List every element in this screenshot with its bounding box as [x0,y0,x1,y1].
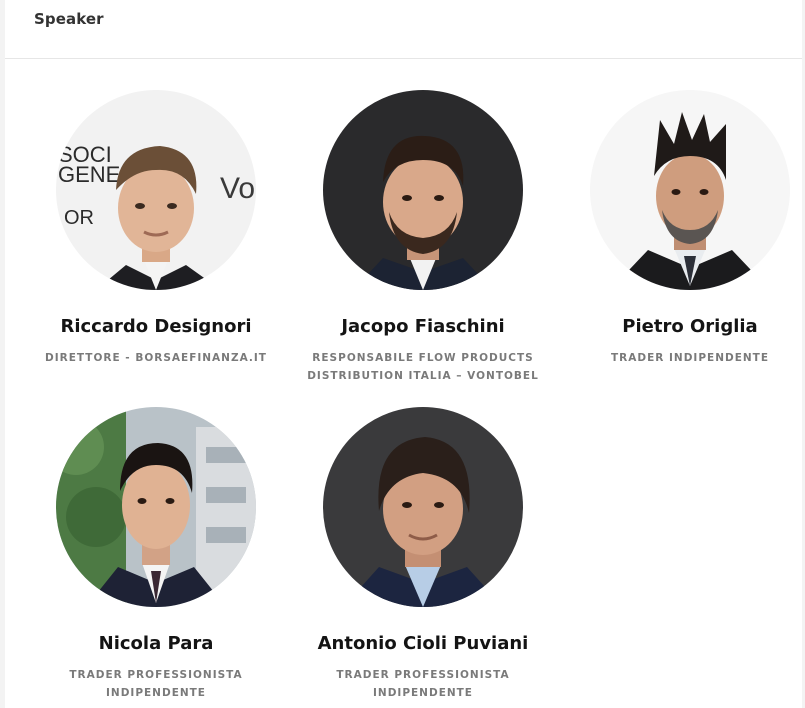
speaker-role-line: TRADER INDIPENDENTE [611,352,769,364]
speaker-photo[interactable] [56,407,256,607]
backdrop-logo-text: OR [64,207,94,229]
speaker-role: DIRETTORE - BORSAEFINANZA.IT [22,349,290,367]
speaker-name[interactable]: Riccardo Designori [22,314,290,340]
speaker-name[interactable]: Nicola Para [22,631,290,657]
left-gutter [0,0,5,708]
speaker-photo-image: SOCI GENE OR Vo [56,90,256,290]
speaker-card-nicola-para[interactable]: Nicola Para TRADER PROFESSIONISTA INDIPE… [22,407,290,702]
speaker-role: RESPONSABILE FLOW PRODUCTS DISTRIBUTION … [289,349,557,385]
backdrop-logo-text: Vo [220,172,255,205]
speaker-role-line: DIRETTORE - BORSAEFINANZA.IT [45,352,267,364]
speaker-photo[interactable] [590,90,790,290]
speaker-card-riccardo-designori[interactable]: SOCI GENE OR Vo Riccardo Designori DIRET… [22,90,290,367]
speaker-role: TRADER INDIPENDENTE [556,349,805,367]
backdrop-logo-text: GENE [58,162,120,187]
speaker-photo-image [323,90,523,290]
speaker-name[interactable]: Pietro Origlia [556,314,805,340]
speaker-role-line: TRADER PROFESSIONISTA [336,669,510,681]
section-title: Speaker [34,10,104,28]
speaker-photo[interactable] [323,407,523,607]
speaker-role-line: INDIPENDENTE [106,687,206,699]
speaker-photo[interactable]: SOCI GENE OR Vo [56,90,256,290]
speaker-role-line: INDIPENDENTE [373,687,473,699]
speaker-name[interactable]: Jacopo Fiaschini [289,314,557,340]
speaker-page: Speaker SOCI GENE OR Vo Riccardo Designo… [0,0,805,708]
speaker-photo-image [590,90,790,290]
speaker-name[interactable]: Antonio Cioli Puviani [289,631,557,657]
speaker-role: TRADER PROFESSIONISTA INDIPENDENTE [22,666,290,702]
speaker-role-line: DISTRIBUTION ITALIA – VONTOBEL [307,370,539,382]
section-header: Speaker [5,0,802,59]
speaker-role: TRADER PROFESSIONISTA INDIPENDENTE [289,666,557,702]
speaker-photo[interactable] [323,90,523,290]
speaker-role-line: RESPONSABILE FLOW PRODUCTS [312,352,534,364]
speaker-card-jacopo-fiaschini[interactable]: Jacopo Fiaschini RESPONSABILE FLOW PRODU… [289,90,557,385]
speaker-photo-image [56,407,256,607]
speaker-card-pietro-origlia[interactable]: Pietro Origlia TRADER INDIPENDENTE [556,90,805,367]
speaker-photo-image [323,407,523,607]
speaker-card-antonio-cioli-puviani[interactable]: Antonio Cioli Puviani TRADER PROFESSIONI… [289,407,557,702]
speaker-role-line: TRADER PROFESSIONISTA [69,669,243,681]
